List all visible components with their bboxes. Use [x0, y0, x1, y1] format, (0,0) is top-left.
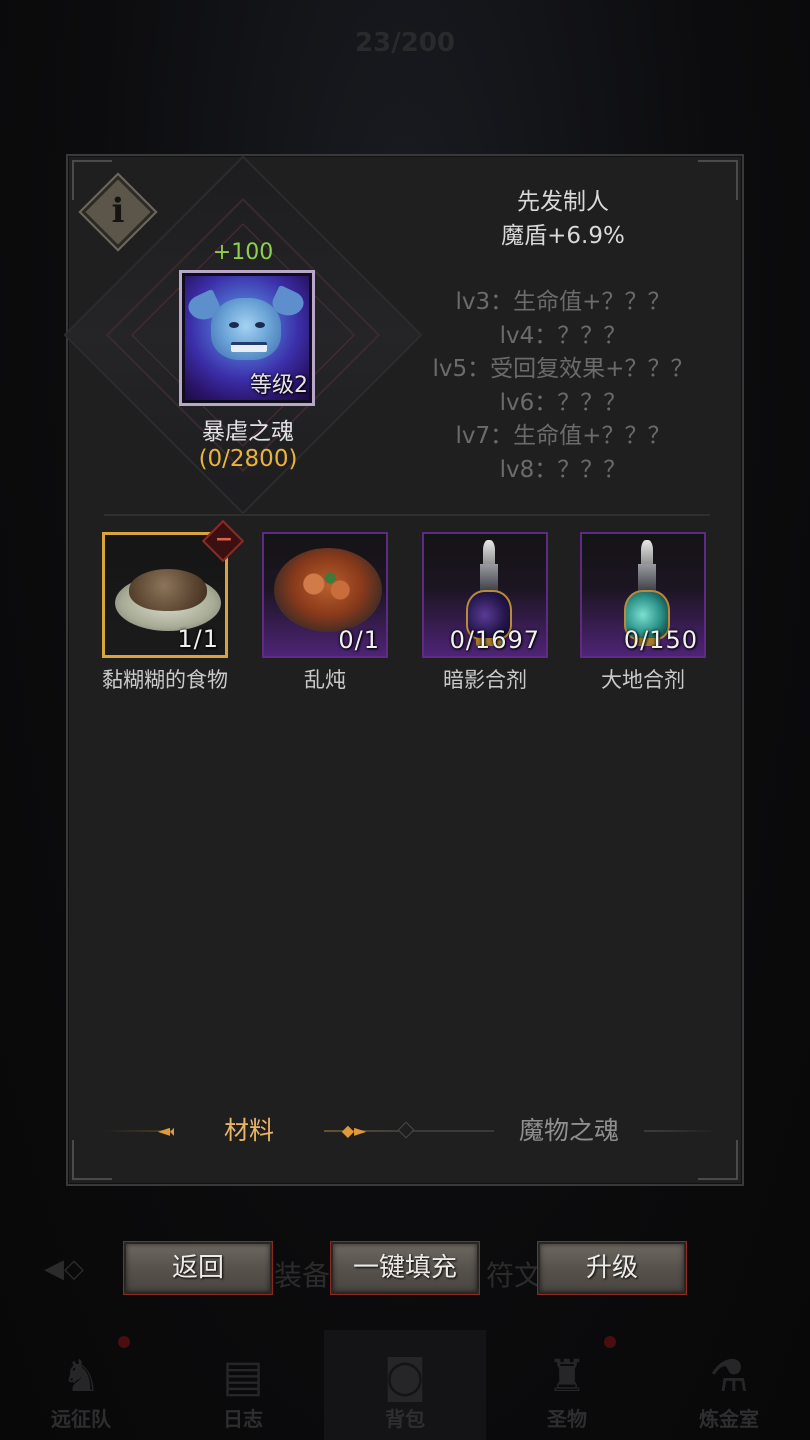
minus-icon[interactable]: − — [214, 529, 234, 551]
scroll-icon: ▤ — [222, 1351, 264, 1402]
item-name: 暗影合剂 — [443, 668, 527, 692]
level-bonus: lv4：？？？ — [499, 322, 627, 349]
material-grid: 1/1 − 黏糊糊的食物 0/1 乱炖 0/1697 暗影合剂 0/150 大地… — [102, 519, 722, 694]
item-slot[interactable]: 0/150 — [580, 532, 706, 658]
soul-portrait[interactable]: 等级2 — [179, 270, 315, 406]
potion-neck — [638, 564, 656, 592]
portrait-mouth — [231, 342, 267, 352]
diamond-icon — [397, 1121, 415, 1139]
soul-level: 等级2 — [250, 373, 308, 398]
upgrade-button[interactable]: 升级 — [538, 1242, 686, 1294]
arrow-left-icon: ◀◇ — [44, 1254, 84, 1284]
nav-label: 背包 — [385, 1407, 425, 1431]
item-name: 大地合剂 — [601, 668, 685, 692]
nav-bag: ◙ 背包 — [324, 1330, 486, 1440]
background-tab-runes: 符文 — [486, 1259, 543, 1292]
tab-bar: ◄◆ 材料 ◆► 魔物之魂 — [104, 1114, 718, 1148]
inventory-capacity: 23/200 — [355, 28, 455, 58]
level-bonus: lv3：生命值+？？？ — [455, 289, 671, 315]
nav-alchemy: ⚗ 炼金室 — [648, 1330, 810, 1440]
material-item[interactable]: 1/1 − 黏糊糊的食物 — [102, 519, 245, 694]
auto-fill-button[interactable]: 一键填充 — [331, 1242, 479, 1294]
level-bonus: lv7：生命值+？？？ — [455, 423, 671, 450]
exp-gain: +100 — [212, 240, 274, 265]
nav-label: 圣物 — [547, 1407, 587, 1431]
level-bonus: lv8：？？？ — [499, 456, 627, 483]
info-icon[interactable]: i — [108, 188, 128, 234]
soul-name: 暴虐之魂 — [202, 419, 294, 445]
portrait-eye — [255, 322, 265, 328]
potion-stopper — [483, 540, 495, 566]
bag-icon: ◙ — [383, 1351, 427, 1402]
level-bonus: lv6：？？？ — [499, 389, 627, 416]
nav-log: ▤ 日志 — [162, 1330, 324, 1440]
item-count: 0/1697 — [449, 626, 540, 654]
material-item[interactable]: 0/1697 暗影合剂 — [422, 532, 554, 694]
item-name: 乱炖 — [304, 668, 346, 692]
divider — [104, 514, 710, 516]
material-item[interactable]: 0/150 大地合剂 — [580, 532, 712, 694]
soul-upgrade-panel: i +100 等级2 暴虐之魂 (0/2800) 先发制人 魔盾+6.9% lv… — [63, 154, 744, 1186]
tab-monster-souls[interactable]: 魔物之魂 — [494, 1114, 644, 1148]
skill-bonus: 魔盾+6.9% — [501, 223, 625, 249]
nav-label: 远征队 — [51, 1407, 111, 1431]
material-item[interactable]: 0/1 乱炖 — [262, 532, 394, 694]
soul-progress: (0/2800) — [198, 446, 298, 472]
flare-right-icon: ◆► — [341, 1121, 367, 1140]
item-slot[interactable]: 0/1 — [262, 532, 388, 658]
item-name: 黏糊糊的食物 — [102, 668, 228, 692]
back-button[interactable]: 返回 — [124, 1242, 272, 1294]
bottom-navigation: ♞ 远征队 ▤ 日志 ◙ 背包 ♜ 圣物 ⚗ 炼金室 — [0, 1330, 810, 1440]
nav-label: 日志 — [223, 1407, 263, 1431]
tab-materials[interactable]: 材料 — [174, 1114, 324, 1148]
item-slot[interactable]: 1/1 — [102, 532, 228, 658]
item-count: 0/1 — [338, 626, 380, 654]
level-bonus: lv5：受回复效果+？？？ — [432, 356, 694, 383]
stew-contents — [294, 568, 360, 608]
nav-relic: ♜ 圣物 — [486, 1330, 648, 1440]
potion-stopper — [641, 540, 653, 566]
notification-dot — [604, 1336, 616, 1348]
background-tab-equipment: 装备 — [274, 1259, 331, 1292]
notification-dot — [118, 1336, 130, 1348]
item-count: 0/150 — [623, 626, 698, 654]
nav-label: 炼金室 — [699, 1407, 759, 1431]
panel-corner — [698, 160, 738, 200]
skill-title: 先发制人 — [517, 189, 609, 215]
helmet-icon: ♞ — [61, 1351, 101, 1402]
relic-icon: ♜ — [547, 1351, 587, 1402]
portrait-eye — [229, 322, 239, 328]
nav-expedition: ♞ 远征队 — [0, 1330, 162, 1440]
item-count: 1/1 — [177, 625, 219, 653]
level-bonus-list: lv3：生命值+？？？ lv4：？？？ lv5：受回复效果+？？？ lv6：？？… — [398, 282, 728, 484]
item-slot[interactable]: 0/1697 — [422, 532, 548, 658]
mush-food-icon — [129, 569, 207, 611]
alchemy-icon: ⚗ — [709, 1351, 749, 1402]
potion-neck — [480, 564, 498, 592]
